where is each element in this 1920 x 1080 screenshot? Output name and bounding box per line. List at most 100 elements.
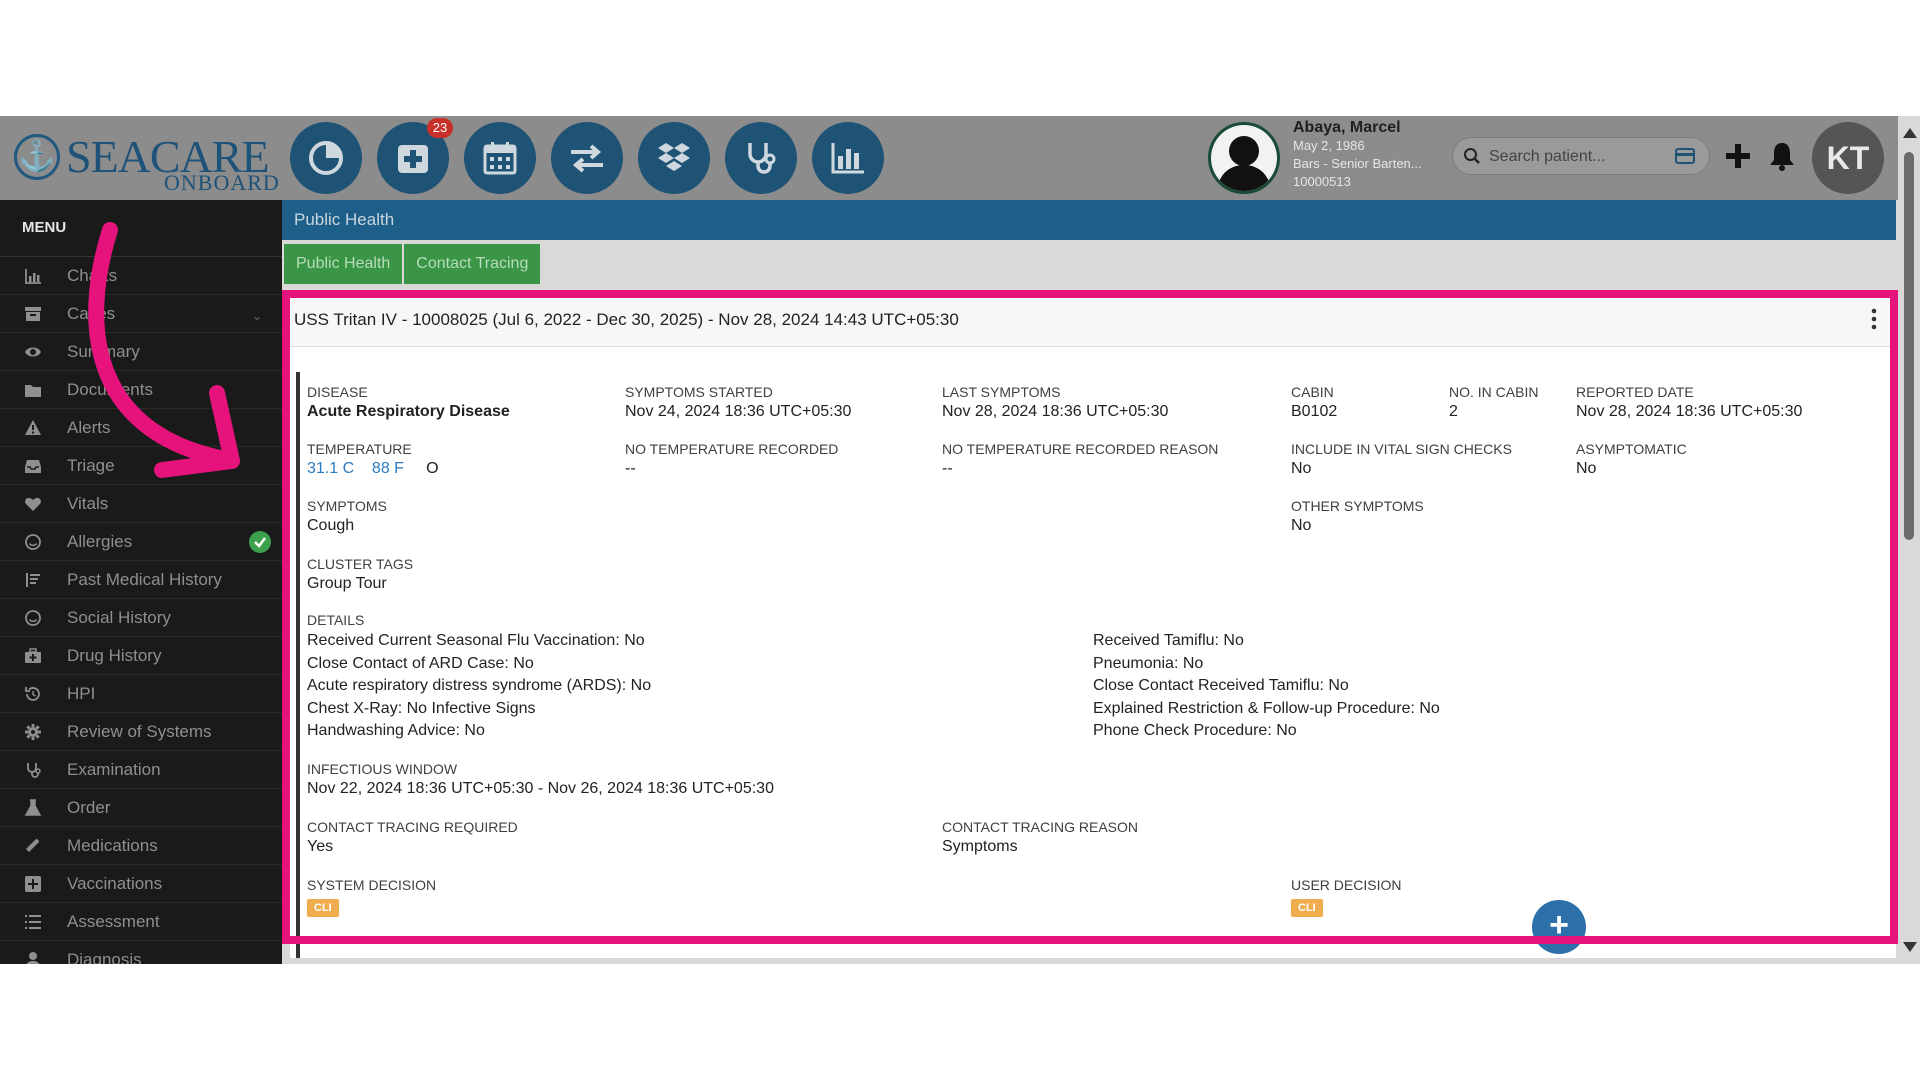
- field-value: --: [942, 460, 953, 477]
- scroll-down-icon[interactable]: [1903, 942, 1917, 952]
- sidebar-item-allergies[interactable]: Allergies: [0, 523, 282, 561]
- gear-icon: [25, 724, 41, 740]
- eye-icon: [25, 347, 41, 357]
- bell-icon[interactable]: [1766, 140, 1798, 172]
- medical-plus-icon: [398, 145, 428, 173]
- scroll-thumb[interactable]: [1904, 152, 1914, 540]
- field-label: INCLUDE IN VITAL SIGN CHECKS: [1291, 441, 1512, 457]
- sidebar-item-vitals[interactable]: Vitals: [0, 485, 282, 523]
- detail-item: Explained Restriction & Follow-up Proced…: [1093, 699, 1440, 717]
- sidebar-item-past-medical-history[interactable]: Past Medical History: [0, 561, 282, 599]
- scroll-up-icon[interactable]: [1903, 128, 1917, 138]
- sidebar-item-documents[interactable]: Documents: [0, 371, 282, 409]
- sidebar-item-cases[interactable]: Cases ⌄: [0, 295, 282, 333]
- notification-count-badge: 23: [427, 118, 453, 138]
- sidebar-item-triage[interactable]: Triage: [0, 447, 282, 485]
- detail-item: Chest X-Ray: No Infective Signs: [307, 699, 536, 717]
- sidebar-item-vaccinations[interactable]: Vaccinations: [0, 865, 282, 903]
- user-decision-tag: CLI: [1291, 899, 1323, 917]
- detail-item: Phone Check Procedure: No: [1093, 722, 1297, 739]
- temperature-celsius-link[interactable]: 31.1 C: [307, 460, 354, 477]
- field-label: SYSTEM DECISION: [307, 877, 437, 893]
- sidebar-item-summary[interactable]: Summary: [0, 333, 282, 371]
- reported-date-field: REPORTED DATE Nov 28, 2024 18:36 UTC+05:…: [1576, 384, 1802, 421]
- dropbox-button[interactable]: [638, 122, 710, 194]
- sidebar-item-charts[interactable]: Charts: [0, 257, 282, 295]
- field-label: DETAILS: [307, 612, 365, 628]
- field-label: ASYMPTOMATIC: [1576, 441, 1687, 457]
- asymptomatic-field: ASYMPTOMATIC No: [1576, 441, 1687, 478]
- user-decision-field: USER DECISION CLI: [1291, 877, 1401, 917]
- sidebar-item-label: Social History: [67, 608, 171, 627]
- page-scrollbar[interactable]: [1898, 116, 1920, 964]
- clinical-button[interactable]: [725, 122, 797, 194]
- field-label: CLUSTER TAGS: [307, 556, 414, 572]
- user-avatar[interactable]: KT: [1812, 122, 1884, 194]
- sidebar-item-drug-history[interactable]: Drug History: [0, 637, 282, 675]
- reports-button[interactable]: [812, 122, 884, 194]
- field-label: CABIN: [1291, 384, 1334, 400]
- new-case-button[interactable]: 23: [377, 118, 453, 194]
- more-options-icon[interactable]: [1864, 306, 1884, 332]
- add-plus-icon[interactable]: [1722, 140, 1754, 172]
- field-label: OTHER SYMPTOMS: [1291, 498, 1424, 514]
- temperature-fahrenheit-link[interactable]: 88 F: [372, 460, 404, 477]
- field-label: CONTACT TRACING REQUIRED: [307, 819, 518, 835]
- temperature-values: 31.1 C 88 F O: [307, 460, 439, 478]
- sidebar-item-examination[interactable]: Examination: [0, 751, 282, 789]
- id-card-icon[interactable]: [1675, 148, 1695, 164]
- transfer-button[interactable]: [551, 122, 623, 194]
- transfer-arrows-icon: [571, 144, 603, 173]
- symptoms-field: SYMPTOMS Cough: [307, 498, 387, 535]
- public-health-case-card: USS Tritan IV - 10008025 (Jul 6, 2022 - …: [290, 292, 1896, 958]
- brand-sub: ONBOARD: [164, 170, 280, 195]
- patient-dob: May 2, 1986: [1293, 138, 1365, 153]
- cluster-tags-field: CLUSTER TAGS Group Tour: [307, 556, 413, 593]
- main-content: Public Health Public Health Contact Trac…: [282, 200, 1898, 964]
- check-circle-icon: [249, 531, 271, 553]
- field-label: NO TEMPERATURE RECORDED REASON: [942, 441, 1219, 457]
- add-floating-button[interactable]: +: [1532, 900, 1586, 954]
- other-symptoms-field: OTHER SYMPTOMS No: [1291, 498, 1424, 535]
- field-value: Symptoms: [942, 838, 1018, 855]
- detail-item: Received Current Seasonal Flu Vaccinatio…: [307, 632, 645, 649]
- sidebar-item-order[interactable]: Order: [0, 789, 282, 827]
- chevron-down-icon[interactable]: ⌄: [252, 309, 262, 323]
- contact-tracing-required-field: CONTACT TRACING REQUIRED Yes: [307, 819, 518, 856]
- sidebar-item-hpi[interactable]: HPI: [0, 675, 282, 713]
- field-label: REPORTED DATE: [1576, 384, 1694, 400]
- sort-icon: [26, 573, 40, 587]
- no-in-cabin-field: NO. IN CABIN 2: [1449, 384, 1538, 421]
- sidebar-item-medications[interactable]: Medications: [0, 827, 282, 865]
- calendar-button[interactable]: [464, 122, 536, 194]
- field-value: No: [1291, 517, 1312, 534]
- search-input[interactable]: [1487, 146, 1671, 168]
- patient-photo[interactable]: [1208, 122, 1280, 194]
- detail-left-border: [296, 372, 300, 958]
- sidebar-item-label: Documents: [67, 380, 153, 399]
- patient-id: 10000513: [1293, 174, 1351, 189]
- details-field: DETAILS: [307, 612, 364, 628]
- field-value: Cough: [307, 517, 355, 534]
- sidebar-item-social-history[interactable]: Social History: [0, 599, 282, 637]
- patient-info[interactable]: Abaya, Marcel May 2, 1986 Bars - Senior …: [1293, 119, 1422, 191]
- case-title: USS Tritan IV - 10008025 (Jul 6, 2022 - …: [294, 310, 959, 329]
- menu-title: MENU: [0, 200, 282, 257]
- sidebar-item-assessment[interactable]: Assessment: [0, 903, 282, 941]
- tab-public-health[interactable]: Public Health: [284, 244, 403, 284]
- field-label: SYMPTOMS STARTED: [625, 384, 773, 400]
- field-label: NO TEMPERATURE RECORDED: [625, 441, 839, 457]
- field-value: Nov 22, 2024 18:36 UTC+05:30 - Nov 26, 2…: [307, 780, 774, 797]
- sidebar-item-review-of-systems[interactable]: Review of Systems: [0, 713, 282, 751]
- sidebar-item-diagnosis[interactable]: Diagnosis: [0, 941, 282, 964]
- patient-search[interactable]: [1452, 137, 1710, 175]
- dashboard-button[interactable]: [290, 122, 362, 194]
- contact-tracing-reason-field: CONTACT TRACING REASON Symptoms: [942, 819, 1138, 856]
- sidebar-item-alerts[interactable]: Alerts: [0, 409, 282, 447]
- vital-sign-checks-field: INCLUDE IN VITAL SIGN CHECKS No: [1291, 441, 1512, 478]
- details-right-list: Received Tamiflu: No Pneumonia: No Close…: [1093, 632, 1440, 745]
- flask-icon: [24, 799, 42, 816]
- tab-contact-tracing[interactable]: Contact Tracing: [404, 244, 541, 284]
- sidebar-item-label: Examination: [67, 760, 161, 779]
- seacare-logo[interactable]: ⚓ SEACARE ONBOARD: [14, 126, 279, 195]
